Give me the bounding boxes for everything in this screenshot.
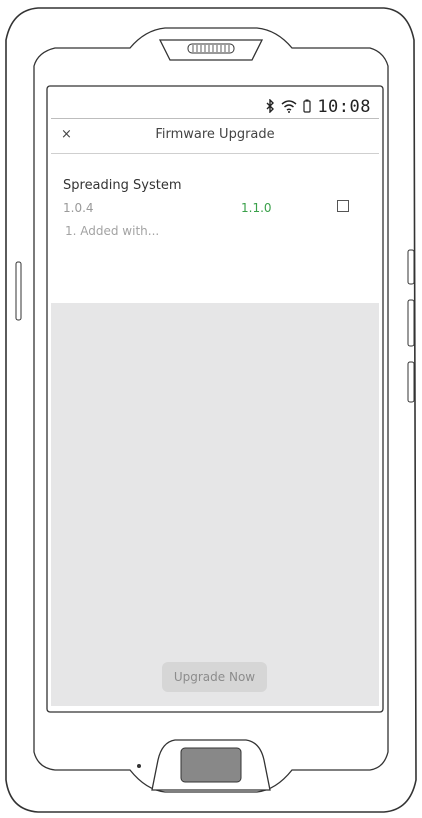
release-notes: 1. Added with... — [65, 224, 160, 238]
status-icons: 10:08 — [265, 97, 371, 117]
app-header: × Firmware Upgrade — [51, 119, 379, 154]
status-bar: 10:08 — [51, 96, 379, 119]
page-title: Firmware Upgrade — [155, 127, 275, 142]
firmware-item: Spreading System 1.0.4 1.1.0 1. Added wi… — [51, 154, 379, 303]
bluetooth-icon — [265, 97, 275, 117]
phone-screen: 10:08 × Firmware Upgrade Spreading Syste… — [51, 96, 379, 706]
upgrade-now-button[interactable]: Upgrade Now — [162, 662, 267, 692]
battery-icon — [303, 98, 311, 117]
wifi-icon — [281, 98, 297, 117]
current-version: 1.0.4 — [63, 201, 94, 215]
firmware-name: Spreading System — [63, 178, 182, 193]
phone-device: 10:08 × Firmware Upgrade Spreading Syste… — [0, 0, 422, 818]
new-version: 1.1.0 — [241, 201, 272, 215]
status-time: 10:08 — [317, 97, 371, 117]
firmware-select-checkbox[interactable] — [337, 200, 349, 212]
